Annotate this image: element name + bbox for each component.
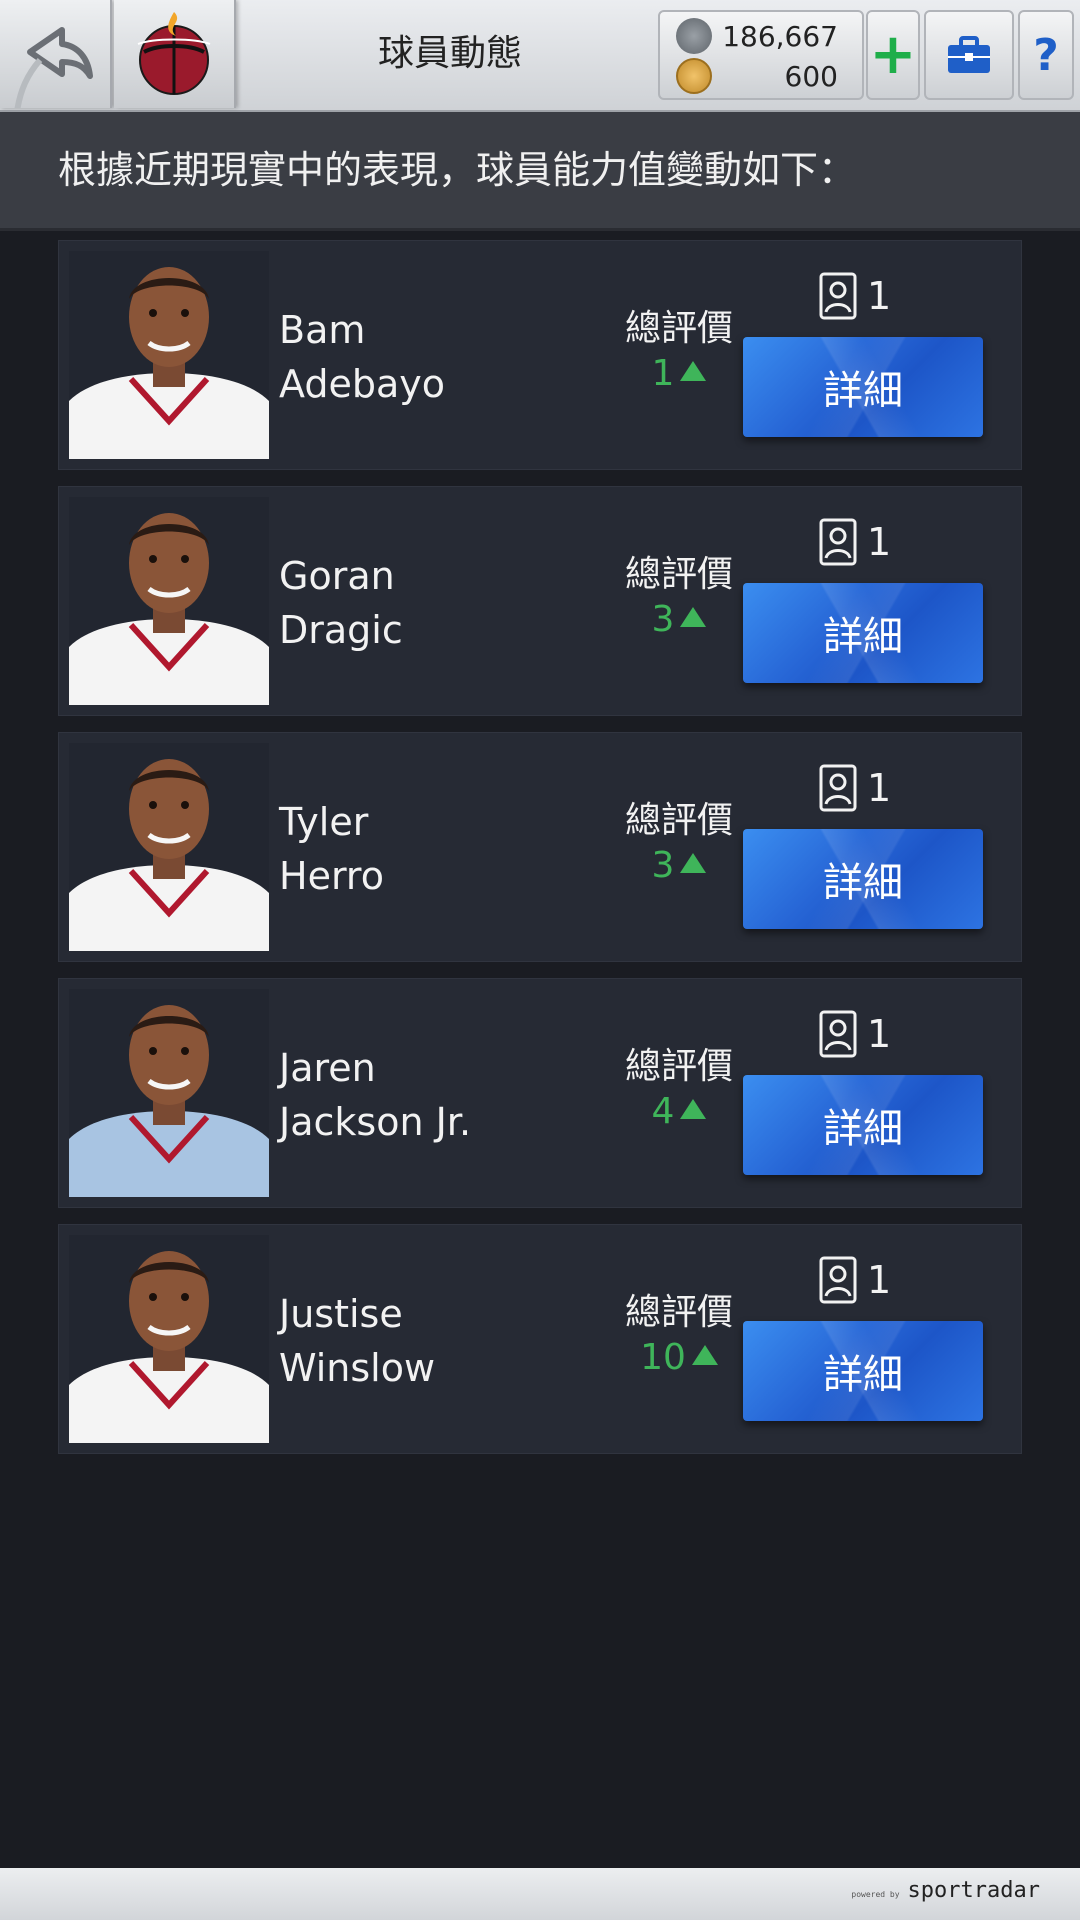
detail-button[interactable]: 詳細 bbox=[743, 583, 983, 683]
card-count: 1 bbox=[819, 763, 891, 813]
rating-change: 1 bbox=[609, 353, 749, 394]
rating-change-value: 3 bbox=[651, 845, 675, 886]
player-last-name: Adebayo bbox=[279, 362, 445, 406]
info-text: 根據近期現實中的表現，球員能力值變動如下： bbox=[58, 148, 857, 192]
player-first-name: Justise bbox=[279, 1292, 403, 1336]
player-first-name: Goran bbox=[279, 554, 395, 598]
top-bar: 球員動態 186,667 600 + ? bbox=[0, 0, 1080, 191]
player-portrait bbox=[69, 989, 269, 1197]
add-currency-button[interactable]: + bbox=[866, 10, 920, 100]
cash-value: 186,667 bbox=[722, 19, 838, 53]
help-icon: ? bbox=[1033, 29, 1059, 81]
player-card: Justise Winslow 總評價 10 1 詳細 bbox=[58, 1224, 1022, 1454]
toolbox-button[interactable] bbox=[924, 10, 1014, 100]
player-card: Goran Dragic 總評價 3 1 詳細 bbox=[58, 486, 1022, 716]
cash-row: 186,667 bbox=[676, 16, 850, 56]
player-portrait bbox=[69, 251, 269, 459]
player-portrait bbox=[69, 743, 269, 951]
player-last-name: Herro bbox=[279, 854, 384, 898]
player-photo-icon bbox=[69, 267, 269, 459]
player-card: Jaren Jackson Jr. 總評價 4 1 詳細 bbox=[58, 978, 1022, 1208]
player-portrait bbox=[69, 1235, 269, 1443]
coin-icon bbox=[676, 58, 712, 94]
player-name: Bam Adebayo bbox=[279, 303, 619, 411]
player-card: Bam Adebayo 總評價 1 1 詳細 bbox=[58, 240, 1022, 470]
player-card-icon bbox=[819, 764, 857, 812]
player-card-icon bbox=[819, 1010, 857, 1058]
player-photo-icon bbox=[69, 1251, 269, 1443]
player-first-name: Tyler bbox=[279, 800, 369, 844]
coin-value: 600 bbox=[784, 59, 838, 93]
detail-button[interactable]: 詳細 bbox=[743, 829, 983, 929]
detail-button[interactable]: 詳細 bbox=[743, 337, 983, 437]
up-arrow-icon bbox=[680, 1099, 707, 1119]
heat-logo-icon bbox=[137, 12, 211, 95]
player-name: Jaren Jackson Jr. bbox=[279, 1041, 619, 1149]
page-title: 球員動態 bbox=[377, 33, 522, 74]
detail-button[interactable]: 詳細 bbox=[743, 1321, 983, 1421]
player-last-name: Dragic bbox=[279, 608, 403, 652]
card-count-value: 1 bbox=[867, 766, 892, 810]
rating-change: 4 bbox=[609, 1091, 749, 1132]
player-card-icon bbox=[819, 272, 857, 320]
back-button[interactable] bbox=[0, 0, 112, 191]
detail-button[interactable]: 詳細 bbox=[743, 1075, 983, 1175]
help-button[interactable]: ? bbox=[1018, 10, 1074, 100]
briefcase-icon bbox=[948, 36, 990, 73]
card-count-value: 1 bbox=[867, 1258, 892, 1302]
rating-change-value: 1 bbox=[651, 353, 675, 394]
player-first-name: Bam bbox=[279, 308, 366, 352]
rating-label: 總評價 bbox=[624, 1292, 733, 1333]
rating-change: 3 bbox=[609, 599, 749, 640]
player-portrait bbox=[69, 497, 269, 705]
rating-change: 3 bbox=[609, 845, 749, 886]
rating-change: 10 bbox=[609, 1337, 749, 1378]
coin-row: 600 bbox=[676, 56, 850, 96]
rating-label: 總評價 bbox=[624, 1046, 733, 1087]
rating-label: 總評價 bbox=[624, 800, 733, 841]
player-name: Goran Dragic bbox=[279, 549, 619, 657]
player-name: Tyler Herro bbox=[279, 795, 619, 903]
footer-bar: powered by sportradar bbox=[0, 1868, 1080, 1920]
player-photo-icon bbox=[69, 1005, 269, 1197]
player-first-name: Jaren bbox=[279, 1046, 376, 1090]
powered-by-label: powered by bbox=[851, 1890, 900, 1899]
sportradar-logo: powered by sportradar bbox=[851, 1878, 1040, 1903]
player-photo-icon bbox=[69, 759, 269, 951]
back-arrow-icon bbox=[11, 27, 93, 191]
info-banner: 根據近期現實中的表現，球員能力值變動如下： bbox=[0, 112, 1080, 231]
player-card-icon bbox=[819, 1256, 857, 1304]
player-card: Tyler Herro 總評價 3 1 詳細 bbox=[58, 732, 1022, 962]
rating-change-value: 10 bbox=[640, 1337, 686, 1378]
card-count: 1 bbox=[819, 271, 891, 321]
brand-name: sportradar bbox=[907, 1878, 1040, 1903]
plus-icon: + bbox=[869, 22, 917, 87]
card-count: 1 bbox=[819, 1009, 891, 1059]
player-last-name: Winslow bbox=[279, 1346, 436, 1390]
cash-icon bbox=[676, 18, 712, 54]
card-count-value: 1 bbox=[867, 520, 892, 564]
up-arrow-icon bbox=[680, 607, 707, 627]
up-arrow-icon bbox=[680, 853, 707, 873]
team-logo-button[interactable] bbox=[114, 0, 236, 108]
player-card-icon bbox=[819, 518, 857, 566]
rating-change-value: 4 bbox=[651, 1091, 675, 1132]
up-arrow-icon bbox=[680, 361, 707, 381]
player-last-name: Jackson Jr. bbox=[279, 1100, 472, 1144]
player-name: Justise Winslow bbox=[279, 1287, 619, 1395]
card-count-value: 1 bbox=[867, 1012, 892, 1056]
card-count-value: 1 bbox=[867, 274, 892, 318]
currency-panel: 186,667 600 bbox=[658, 10, 864, 100]
rating-label: 總評價 bbox=[624, 308, 733, 349]
card-count: 1 bbox=[819, 517, 891, 567]
card-count: 1 bbox=[819, 1255, 891, 1305]
player-photo-icon bbox=[69, 513, 269, 705]
up-arrow-icon bbox=[691, 1345, 718, 1365]
rating-label: 總評價 bbox=[624, 554, 733, 595]
rating-change-value: 3 bbox=[651, 599, 675, 640]
